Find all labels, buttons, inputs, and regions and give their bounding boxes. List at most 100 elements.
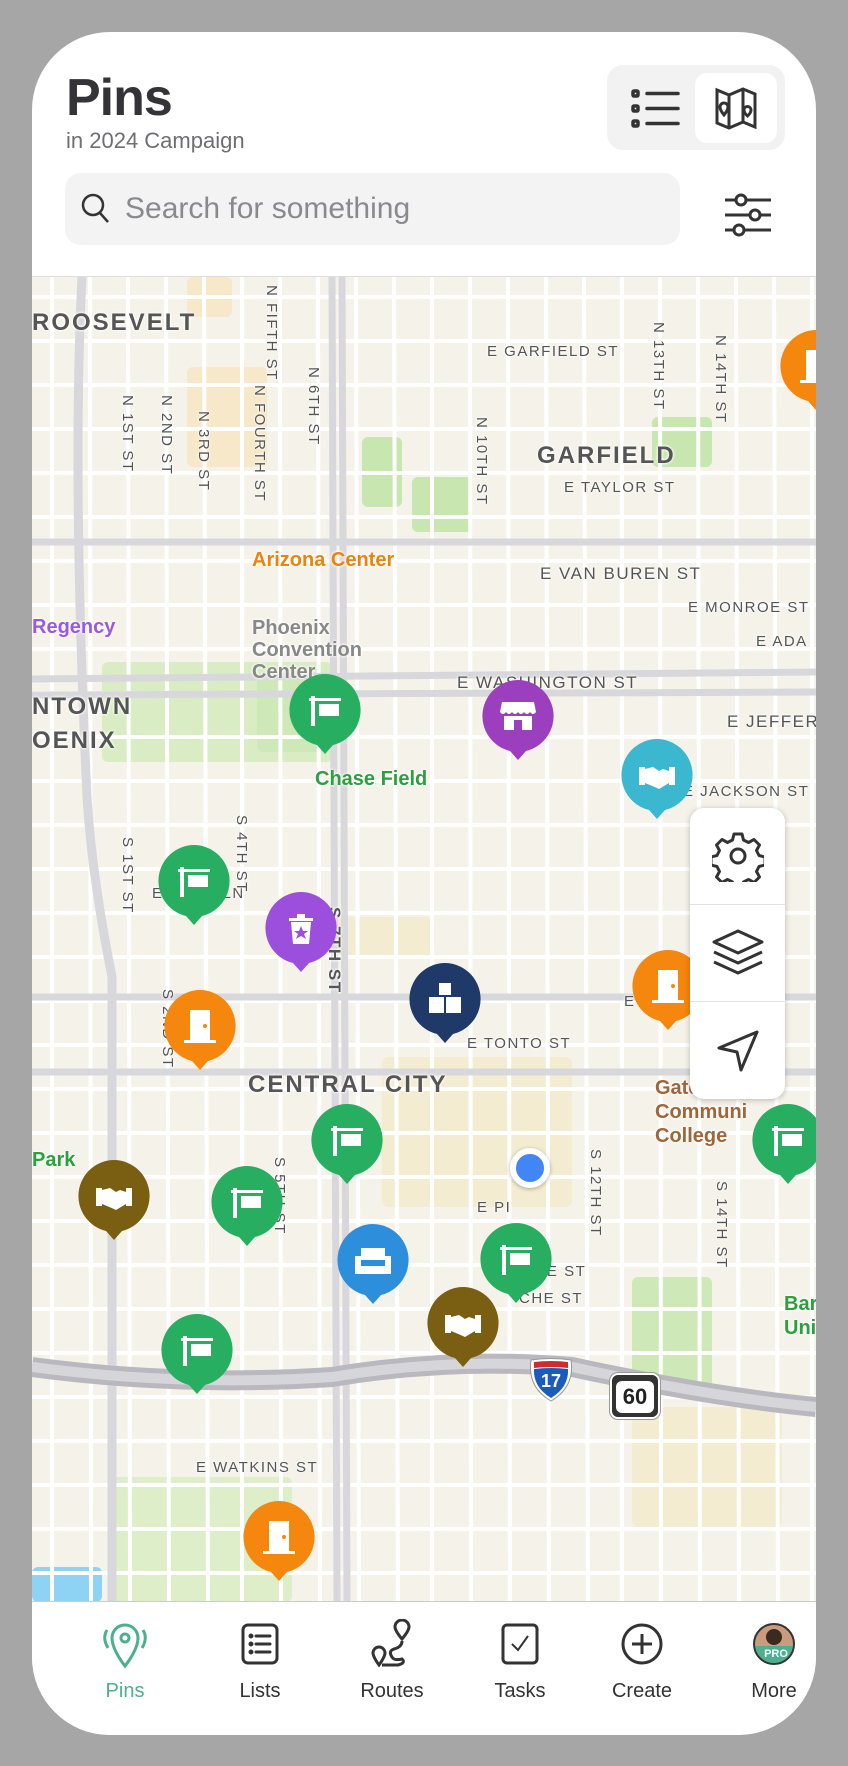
pin-icon	[103, 1623, 147, 1669]
door-icon	[263, 1521, 295, 1554]
poi-regency[interactable]: Regency	[32, 616, 115, 639]
nav-label: Create	[611, 1680, 673, 1702]
poi-gateway-2[interactable]: Communi	[655, 1101, 747, 1124]
map-area	[412, 477, 472, 532]
interstate-shield: 17	[527, 1357, 575, 1403]
map-pin-trash[interactable]	[263, 890, 339, 976]
page-subtitle: in 2024 Campaign	[66, 128, 245, 153]
nav-label: Routes	[360, 1680, 424, 1702]
nav-item-routes[interactable]: Routes	[337, 1619, 447, 1703]
street	[88, 277, 93, 1601]
map-pin-handshake[interactable]	[76, 1158, 152, 1244]
poi-chase-field[interactable]: Chase Field	[315, 768, 427, 791]
map-settings-button[interactable]	[690, 808, 785, 905]
nav-item-tasks[interactable]: Tasks	[465, 1620, 575, 1703]
gear-icon	[711, 832, 764, 882]
poi-uni[interactable]: Uni	[784, 1317, 816, 1340]
map-label: S 1ST ST	[119, 837, 136, 914]
avatar: PRO	[753, 1623, 795, 1665]
map-label: E PI	[477, 1199, 512, 1216]
sofa-icon	[355, 1248, 391, 1274]
my-location-button[interactable]	[690, 1002, 785, 1099]
map-label: S 4TH ST	[233, 815, 250, 893]
sign-icon	[309, 696, 341, 726]
map-pin-handshake[interactable]	[619, 737, 695, 823]
location-arrow-icon	[717, 1030, 758, 1071]
street	[164, 277, 171, 1601]
handshake-icon	[639, 767, 675, 789]
map-layers-button[interactable]	[690, 905, 785, 1002]
nav-item-lists[interactable]: Lists	[205, 1620, 315, 1703]
nav-label: More	[751, 1680, 797, 1702]
checkbox-icon	[501, 1623, 539, 1665]
map-pin-sign[interactable]	[159, 1312, 235, 1398]
street	[582, 277, 590, 1601]
map-pin-sign[interactable]	[750, 1102, 816, 1188]
plus-circle-icon	[621, 1623, 663, 1665]
poi-park[interactable]: Park	[32, 1149, 75, 1172]
map-label: E MONROE ST	[688, 599, 810, 616]
map-label: E JACKSON ST	[683, 783, 810, 800]
list-icon	[631, 89, 680, 128]
map-label: S 14TH ST	[713, 1181, 730, 1269]
map-pin-sign[interactable]	[287, 672, 363, 758]
map-label: N 3RD ST	[195, 411, 212, 492]
filter-button[interactable]	[720, 187, 776, 243]
map-pin-sign[interactable]	[309, 1102, 385, 1188]
map-pin-sign[interactable]	[209, 1164, 285, 1250]
map-label: ROOSEVELT	[32, 309, 197, 336]
nav-label: Lists	[239, 1680, 281, 1702]
map-label: E TAYLOR ST	[564, 479, 676, 496]
search-input[interactable]	[125, 192, 645, 226]
search-bar[interactable]	[65, 173, 680, 245]
map-label: E ADA	[756, 633, 808, 650]
list-icon	[241, 1623, 279, 1665]
pro-badge: PRO	[755, 1646, 793, 1663]
map-area	[632, 1407, 782, 1527]
map-view[interactable]: ROOSEVELT E GARFIELD ST GARFIELD E TAYLO…	[32, 276, 816, 1601]
map-label: N 14TH ST	[712, 335, 729, 424]
nav-item-more[interactable]: PRO More	[719, 1620, 816, 1703]
map-label: E WATKINS ST	[196, 1459, 319, 1476]
map-label: OENIX	[32, 727, 117, 754]
street	[658, 277, 663, 1601]
map-label: E GARFIELD ST	[487, 343, 620, 360]
map-view-button[interactable]	[695, 73, 777, 143]
view-toggle	[607, 65, 785, 150]
nav-label: Pins	[105, 1680, 145, 1702]
map-pin-sign[interactable]	[156, 843, 232, 929]
map-label: N FOURTH ST	[251, 385, 268, 503]
map-pin-boxes[interactable]	[407, 961, 483, 1047]
interstate-number: 17	[540, 1371, 562, 1391]
search-icon	[81, 193, 109, 223]
map-controls	[690, 808, 785, 1099]
door-icon	[184, 1010, 216, 1043]
poi-gateway-3[interactable]: College	[655, 1125, 727, 1148]
map-label: N 6TH ST	[305, 367, 322, 446]
us-route-shield: 60	[610, 1373, 660, 1419]
map-label: N 2ND ST	[158, 395, 175, 476]
map-pin-door[interactable]	[778, 328, 816, 414]
freeway	[73, 277, 117, 1601]
street	[354, 277, 361, 1601]
us-route-number: 60	[616, 1381, 654, 1413]
nav-item-pins[interactable]: Pins	[70, 1620, 180, 1703]
major-road	[32, 688, 816, 699]
handshake-icon	[445, 1315, 481, 1337]
door-icon	[652, 970, 684, 1003]
map-label: E VAN BUREN ST	[540, 564, 702, 583]
map-pin-door[interactable]	[162, 988, 238, 1074]
map-pin-door[interactable]	[241, 1499, 317, 1585]
nav-item-create[interactable]: Create	[587, 1620, 697, 1703]
map-pin-handshake[interactable]	[425, 1285, 501, 1371]
sign-icon	[772, 1126, 804, 1156]
map-pin-sofa[interactable]	[335, 1222, 411, 1308]
map-label: N 10TH ST	[473, 417, 490, 506]
poi-arizona-center[interactable]: Arizona Center	[252, 549, 394, 572]
sliders-icon	[725, 193, 771, 237]
street	[126, 277, 132, 1601]
map-label: S 12TH ST	[587, 1149, 604, 1237]
list-view-button[interactable]	[615, 73, 697, 143]
poi-bar[interactable]: Bar	[784, 1293, 816, 1316]
map-pin-store[interactable]	[480, 678, 556, 764]
